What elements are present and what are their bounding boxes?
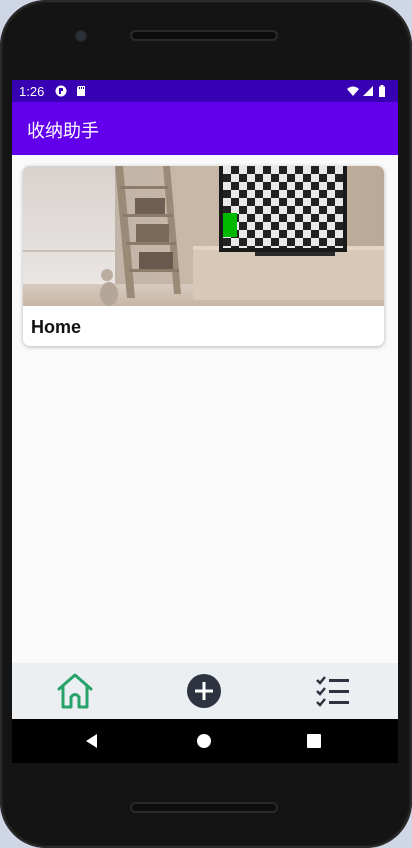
screen: 1:26 收纳助手 Home: [12, 80, 398, 763]
status-time: 1:26: [19, 84, 45, 99]
living-room-photo: [23, 166, 384, 306]
bottom-navigation: [12, 663, 398, 719]
front-camera: [76, 31, 86, 41]
media-icon: [55, 85, 67, 97]
app-bar: 收纳助手: [12, 102, 398, 155]
system-navigation-bar: [12, 719, 398, 763]
app-title: 收纳助手: [27, 121, 99, 142]
status-bar: 1:26: [12, 80, 398, 102]
battery-icon: [379, 85, 385, 97]
back-icon[interactable]: [83, 732, 101, 750]
sd-card-icon: [77, 86, 85, 96]
card-title: Home: [31, 317, 82, 337]
content-area: Home: [12, 155, 398, 663]
bottom-speaker: [130, 802, 278, 813]
add-circle-icon[interactable]: [184, 671, 224, 711]
home-card[interactable]: Home: [23, 166, 384, 346]
signal-icon: [363, 86, 373, 96]
earpiece-speaker: [130, 30, 278, 41]
home-circle-icon[interactable]: [195, 732, 213, 750]
home-icon[interactable]: [55, 671, 95, 711]
checklist-icon[interactable]: [313, 671, 353, 711]
recents-icon[interactable]: [305, 732, 323, 750]
wifi-icon: [347, 86, 359, 96]
phone-frame: 1:26 收纳助手 Home: [0, 0, 412, 848]
